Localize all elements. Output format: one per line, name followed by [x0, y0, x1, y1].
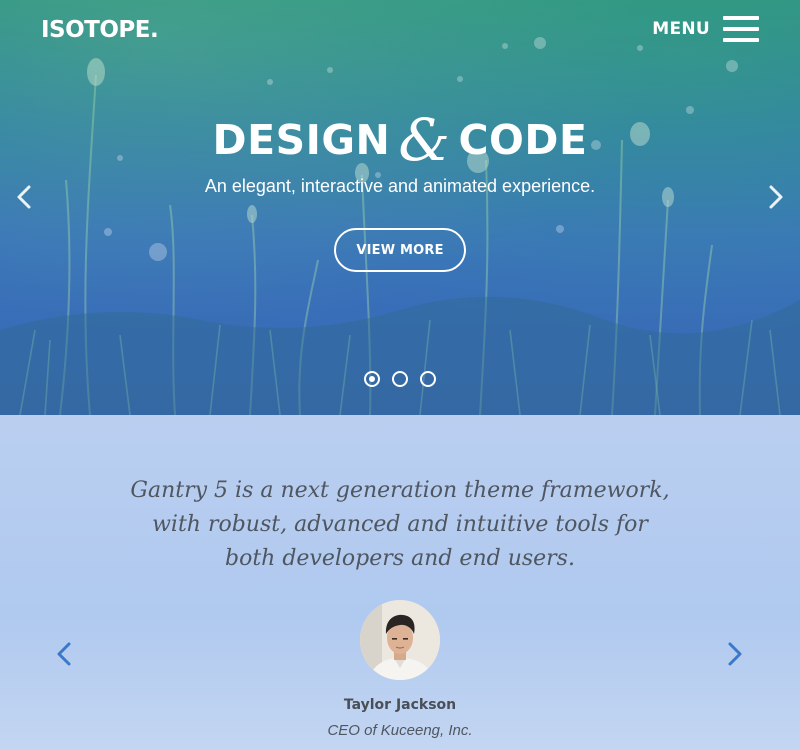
testimonial-author-name: Taylor Jackson [343, 697, 457, 713]
hero-title: DESIGN & CODE [0, 106, 800, 174]
slider-pagination [364, 371, 436, 387]
testimonial-author-role: CEO of Kuceeng, Inc. [327, 722, 473, 739]
chevron-right-icon[interactable] [766, 184, 786, 210]
hero-title-right: CODE [458, 116, 588, 164]
hamburger-icon[interactable] [723, 16, 759, 42]
menu-button[interactable]: MENU [652, 16, 759, 42]
slide-dot-3[interactable] [420, 371, 436, 387]
hero-title-left: DESIGN [212, 116, 391, 164]
avatar-portrait [360, 600, 440, 680]
quote-line: Gantry 5 is a next generation theme fram… [130, 478, 670, 503]
chevron-left-icon[interactable] [14, 184, 34, 210]
slide-dot-2[interactable] [392, 371, 408, 387]
hero-title-ampersand: & [398, 106, 451, 174]
hero-color-overlay [0, 0, 800, 415]
chevron-left-icon[interactable] [55, 641, 73, 667]
avatar [360, 600, 440, 680]
chevron-right-icon[interactable] [726, 641, 744, 667]
testimonial-quote: Gantry 5 is a next generation theme fram… [100, 474, 700, 576]
menu-label[interactable]: MENU [652, 19, 710, 39]
hero-subtitle: An elegant, interactive and animated exp… [204, 176, 596, 196]
view-more-button[interactable]: VIEW MORE [334, 228, 466, 272]
quote-line: with robust, advanced and intuitive tool… [152, 512, 648, 537]
hero-slider: ISOTOPE. MENU DESIGN & CODE An elegant, in… [0, 0, 800, 415]
site-logo[interactable]: ISOTOPE. [41, 17, 159, 43]
slide-dot-1[interactable] [364, 371, 380, 387]
testimonial-section: Gantry 5 is a next generation theme fram… [0, 415, 800, 750]
quote-line: both developers and end users. [225, 546, 575, 571]
